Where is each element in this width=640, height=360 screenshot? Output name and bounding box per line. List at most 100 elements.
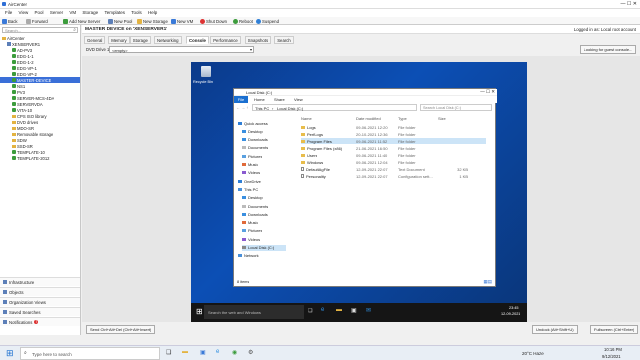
nav-pane-item[interactable]: Desktop	[242, 195, 263, 201]
tab-memory[interactable]: Memory	[108, 36, 130, 44]
tab-console[interactable]: Console	[186, 36, 209, 44]
column-size[interactable]: Size	[438, 116, 468, 122]
nav-pane-item[interactable]: Music	[242, 220, 258, 226]
breadcrumb-this-pc[interactable]: This PC	[255, 106, 269, 111]
menu-bar: File View Pool Server VM Storage Templat…	[0, 9, 640, 17]
tab-snapshots[interactable]: Snapshots	[244, 36, 272, 44]
address-bar[interactable]: This PC › Local Disk (C:)	[252, 104, 417, 111]
nav-panel-organization-views[interactable]: Organization Views	[0, 297, 80, 306]
vm-taskbar-search[interactable]: Search the web and Windows	[204, 305, 304, 319]
nav-pane-item[interactable]: Quick access	[238, 120, 268, 126]
nav-pane-item[interactable]: Pictures	[242, 228, 262, 234]
menu-server[interactable]: Server	[50, 10, 63, 15]
tab-storage[interactable]: Storage	[129, 36, 151, 44]
nav-pane-item[interactable]: This PC	[238, 186, 258, 192]
send-ctrl-alt-del-button[interactable]: Send Ctrl+Alt+Del (Ctrl+Alt+Insert)	[86, 325, 156, 334]
file-explorer-icon[interactable]: ▬	[336, 307, 342, 313]
menu-templates[interactable]: Templates	[104, 10, 125, 15]
host-task-view-icon[interactable]: ❑	[166, 349, 171, 356]
store-icon[interactable]: ▣	[351, 307, 357, 314]
nav-pane-item[interactable]: Documents	[242, 203, 268, 209]
nav-pane-item[interactable]: Documents	[242, 145, 268, 151]
nav-panel-notifications[interactable]: Notifications 7	[0, 317, 80, 326]
host-start-icon[interactable]: ⊞	[6, 348, 14, 359]
menu-storage[interactable]: Storage	[82, 10, 98, 15]
fullscreen-button[interactable]: Fullscreen (Ctrl+Enter)	[590, 325, 639, 334]
new-storage-button[interactable]: New Storage	[137, 18, 168, 24]
nav-panel-saved-searches[interactable]: Saved Searches	[0, 307, 80, 316]
forward-button[interactable]: Forward	[26, 18, 48, 24]
view-toggle-icon[interactable]: ▦▤	[483, 279, 492, 285]
shutdown-button[interactable]: Shut Down	[200, 18, 227, 24]
explorer-window-controls[interactable]: — ☐ ✕	[480, 89, 495, 95]
menu-file[interactable]: File	[5, 10, 12, 15]
menu-tools[interactable]: Tools	[131, 10, 142, 15]
column-type[interactable]: Type	[398, 116, 438, 122]
tab-networking[interactable]: Networking	[154, 36, 182, 44]
host-date: 9/12/2021	[602, 354, 621, 359]
host-settings-icon[interactable]: ⚙	[248, 349, 253, 356]
nav-pane-item[interactable]: Music	[242, 162, 258, 168]
nav-pane-item[interactable]: Videos	[242, 170, 260, 176]
search-input[interactable]: Search... ⌕	[2, 27, 78, 33]
host-app-icon[interactable]: ▣	[200, 349, 206, 356]
host-edge-icon[interactable]: e	[216, 349, 219, 355]
nav-arrows-icon[interactable]: ← → ↑	[236, 105, 248, 110]
tree-item-label: SERVER-MCS-4DA	[17, 95, 55, 101]
nav-panel-infrastructure[interactable]: Infrastructure	[0, 277, 80, 286]
nav-pane-item[interactable]: Network	[238, 253, 259, 259]
nav-panel-objects[interactable]: Objects	[0, 287, 80, 296]
file-row[interactable]: Personality 12-09-2021 22:07 Configuration…	[301, 173, 486, 179]
breadcrumb-local-disk[interactable]: Local Disk (C:)	[277, 106, 303, 111]
suspend-button[interactable]: Suspend	[256, 18, 279, 24]
menu-help[interactable]: Help	[148, 10, 157, 15]
dvd-drive-select[interactable]: <empty> ▾	[109, 46, 254, 53]
nav-pane-item[interactable]: OneDrive	[238, 178, 261, 184]
back-button[interactable]: Back	[2, 18, 18, 24]
new-pool-button[interactable]: New Pool	[108, 18, 132, 24]
file-row[interactable]: DefaultAgFile 12-09-2021 22:07 Text Docume…	[301, 166, 486, 172]
task-view-icon[interactable]: ❑	[308, 308, 312, 314]
explorer-search-input[interactable]: Search Local Disk (C:)	[420, 104, 492, 111]
file-row[interactable]: Users 09-06-2021 11:40 File folder	[301, 152, 486, 158]
tab-search[interactable]: Search	[274, 36, 294, 44]
nav-pane-item[interactable]: Videos	[242, 236, 260, 242]
tab-performance[interactable]: Performance	[210, 36, 241, 44]
host-chrome-icon[interactable]: ◉	[232, 349, 237, 356]
file-row[interactable]: Program Files (x86) 21-06-2021 16:50 File …	[301, 145, 486, 151]
undock-button[interactable]: Undock (Alt+Shift+U)	[532, 325, 578, 334]
vm-console-screen[interactable]: Recycle Bin Local Disk (C:) — ☐ ✕ File H…	[191, 62, 527, 322]
menu-pool[interactable]: Pool	[35, 10, 44, 15]
ribbon-tab-view[interactable]: View	[294, 97, 303, 102]
file-row[interactable]: Logs 09-06-2021 12:20 File folder	[301, 124, 486, 130]
host-search-icon: ⌕	[24, 350, 27, 356]
tab-general[interactable]: General	[84, 36, 106, 44]
add-server-button[interactable]: Add New Server	[63, 18, 100, 24]
menu-vm[interactable]: VM	[69, 10, 76, 15]
nav-pane-item[interactable]: Pictures	[242, 153, 262, 159]
nav-pane-item[interactable]: Downloads	[242, 211, 268, 217]
ribbon-tab-file[interactable]: File	[234, 96, 248, 103]
ribbon-tab-share[interactable]: Share	[274, 97, 285, 102]
windows-start-icon[interactable]: ⊞	[196, 307, 203, 316]
guest-console-button[interactable]: Looking for guest console...	[580, 45, 636, 54]
nav-pane-item[interactable]: Local Disk (C:)	[242, 244, 286, 251]
mail-icon[interactable]: ✉	[366, 307, 371, 314]
tree-item[interactable]: TEMPLATE-2012	[0, 155, 80, 161]
file-row[interactable]: Program Files 09-06-2021 11:52 File folder	[301, 138, 486, 144]
file-row[interactable]: Windows 09-06-2021 12:04 File folder	[301, 159, 486, 165]
window-controls[interactable]: — ☐ ✕	[621, 1, 637, 7]
nav-pane-item[interactable]: Downloads	[242, 137, 268, 143]
edge-icon[interactable]: e	[321, 307, 324, 313]
reboot-button[interactable]: Reboot	[233, 18, 253, 24]
column-name[interactable]: Name	[301, 116, 356, 122]
file-row[interactable]: PerfLogs 20-10-2021 12:36 File folder	[301, 131, 486, 137]
ribbon-tab-home[interactable]: Home	[254, 97, 265, 102]
recycle-bin-icon[interactable]	[200, 66, 212, 79]
new-vm-button[interactable]: New VM	[171, 18, 193, 24]
host-file-explorer-icon[interactable]: ▬	[182, 349, 188, 355]
menu-view[interactable]: View	[19, 10, 29, 15]
column-date[interactable]: Date modified	[356, 116, 398, 122]
host-search-box[interactable]: ⌕ Type here to search	[20, 347, 160, 360]
nav-pane-item[interactable]: Desktop	[242, 128, 263, 134]
